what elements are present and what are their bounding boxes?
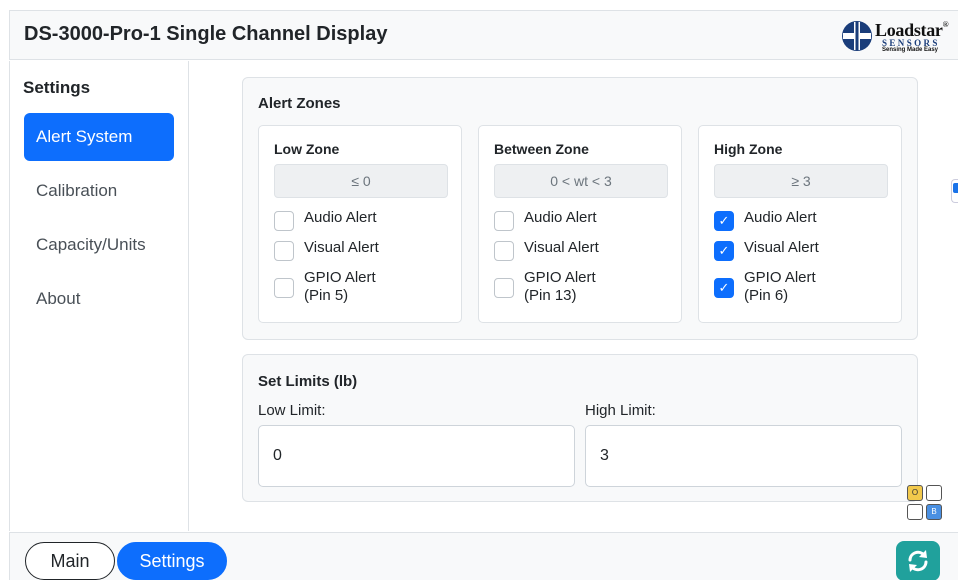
between-gpio-alert[interactable]: GPIO Alert (Pin 13)	[494, 269, 596, 305]
checkbox-label: GPIO Alert (Pin 6)	[744, 269, 816, 304]
logo-tagline: Sensing Made Easy	[882, 47, 939, 53]
footer-bar: Main Settings	[9, 532, 958, 580]
sidebar-item-about[interactable]: About	[24, 275, 174, 323]
zone-title: Between Zone	[494, 141, 589, 157]
sidebar-item-alert-system[interactable]: Alert System	[24, 113, 174, 161]
checkbox-label: GPIO Alert (Pin 13)	[524, 269, 596, 304]
set-limits-card: Set Limits (lb) Low Limit: 0 High Limit:…	[242, 354, 918, 502]
mini-tile-empty[interactable]	[907, 504, 923, 520]
visual-alert-checkbox[interactable]	[274, 241, 294, 261]
refresh-icon	[908, 550, 928, 572]
gpio-alert-checkbox[interactable]	[274, 278, 294, 298]
page-title: DS-3000-Pro-1 Single Channel Display	[24, 23, 388, 45]
checkbox-label: Audio Alert	[744, 209, 817, 226]
checkbox-label: Visual Alert	[524, 239, 599, 256]
mini-tile-b[interactable]: B	[926, 504, 942, 520]
mini-tile-o[interactable]: O	[907, 485, 923, 501]
high-limit-input[interactable]: 3	[585, 425, 902, 487]
low-audio-alert[interactable]: Audio Alert	[274, 209, 377, 231]
layout-toggle-grid[interactable]: O B	[907, 485, 943, 521]
alert-zones-title: Alert Zones	[258, 95, 341, 112]
high-zone-panel: High Zone ≥ 3 ✓ Audio Alert ✓ Visual Ale…	[698, 125, 902, 323]
mini-tile-empty[interactable]	[926, 485, 942, 501]
high-visual-alert[interactable]: ✓ Visual Alert	[714, 239, 819, 261]
audio-alert-checkbox[interactable]	[274, 211, 294, 231]
check-icon: ✓	[718, 213, 730, 228]
loadstar-logo: Loadstar® SENSORS Sensing Made Easy	[841, 19, 953, 53]
check-icon: ✓	[718, 280, 730, 295]
low-limit-input[interactable]: 0	[258, 425, 575, 487]
zone-range: ≥ 3	[714, 164, 888, 198]
checkbox-label: GPIO Alert (Pin 5)	[304, 269, 376, 304]
low-visual-alert[interactable]: Visual Alert	[274, 239, 379, 261]
zone-range: ≤ 0	[274, 164, 448, 198]
between-zone-panel: Between Zone 0 < wt < 3 Audio Alert Visu…	[478, 125, 682, 323]
checkbox-label: Audio Alert	[304, 209, 377, 226]
zone-title: High Zone	[714, 141, 783, 157]
gpio-alert-checkbox[interactable]	[494, 278, 514, 298]
low-gpio-alert[interactable]: GPIO Alert (Pin 5)	[274, 269, 376, 305]
app-header: DS-3000-Pro-1 Single Channel Display Loa…	[9, 10, 958, 60]
checkbox-label: Visual Alert	[744, 239, 819, 256]
visual-alert-checkbox[interactable]	[494, 241, 514, 261]
checkbox-label: Audio Alert	[524, 209, 597, 226]
sidebar-item-calibration[interactable]: Calibration	[24, 167, 174, 215]
between-visual-alert[interactable]: Visual Alert	[494, 239, 599, 261]
high-audio-alert[interactable]: ✓ Audio Alert	[714, 209, 817, 231]
settings-button[interactable]: Settings	[117, 542, 227, 580]
high-limit-label: High Limit:	[585, 402, 656, 419]
main-button[interactable]: Main	[25, 542, 115, 580]
sidebar-title: Settings	[23, 78, 91, 97]
refresh-button[interactable]	[896, 541, 940, 580]
check-icon: ✓	[718, 243, 730, 258]
zone-title: Low Zone	[274, 141, 340, 157]
low-zone-panel: Low Zone ≤ 0 Audio Alert Visual Alert GP…	[258, 125, 462, 323]
alert-zones-card: Alert Zones Low Zone ≤ 0 Audio Alert Vis…	[242, 77, 918, 340]
gpio-alert-checkbox[interactable]: ✓	[714, 278, 734, 298]
between-audio-alert[interactable]: Audio Alert	[494, 209, 597, 231]
checkbox-label: Visual Alert	[304, 239, 379, 256]
side-panel-handle[interactable]	[951, 179, 958, 203]
visual-alert-checkbox[interactable]: ✓	[714, 241, 734, 261]
logo-mark-icon	[842, 21, 872, 51]
audio-alert-checkbox[interactable]: ✓	[714, 211, 734, 231]
settings-sidebar: Settings Alert System Calibration Capaci…	[9, 61, 189, 531]
audio-alert-checkbox[interactable]	[494, 211, 514, 231]
low-limit-label: Low Limit:	[258, 402, 326, 419]
sidebar-item-capacity-units[interactable]: Capacity/Units	[24, 221, 174, 269]
zone-range: 0 < wt < 3	[494, 164, 668, 198]
high-gpio-alert[interactable]: ✓ GPIO Alert (Pin 6)	[714, 269, 816, 305]
set-limits-title: Set Limits (lb)	[258, 373, 358, 390]
